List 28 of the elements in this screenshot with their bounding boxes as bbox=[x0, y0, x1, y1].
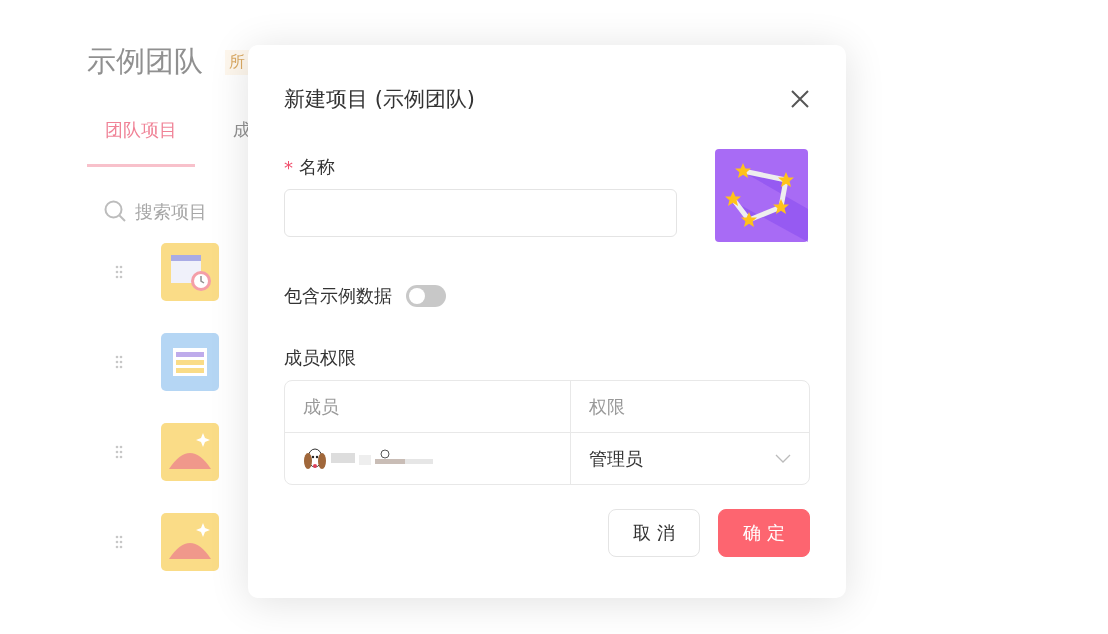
chevron-down-icon bbox=[775, 453, 791, 464]
column-header: 成员 bbox=[302, 394, 340, 419]
toggle-switch[interactable] bbox=[406, 285, 446, 307]
team-title: 示例团队 bbox=[87, 43, 203, 80]
team-badge: 所 bbox=[225, 49, 249, 75]
column-header: 权限 bbox=[570, 381, 809, 432]
confirm-button[interactable]: 确 定 bbox=[718, 509, 810, 557]
name-field[interactable] bbox=[284, 189, 677, 237]
drag-handle-icon[interactable] bbox=[115, 265, 123, 279]
required-mark: * bbox=[284, 156, 293, 178]
calendar-clock-icon bbox=[161, 243, 219, 301]
section-label: 成员权限 bbox=[284, 346, 357, 370]
book-icon bbox=[161, 333, 219, 391]
tab[interactable]: 团队项目 bbox=[87, 118, 195, 167]
drag-handle-icon[interactable] bbox=[115, 535, 123, 549]
dog-avatar-icon bbox=[303, 445, 327, 472]
role-select[interactable]: 管理员 bbox=[570, 433, 809, 484]
field-label: 名称 bbox=[299, 155, 335, 179]
dialog-title: 新建项目 (示例团队) bbox=[284, 86, 476, 113]
mountain-icon bbox=[161, 513, 219, 571]
mountain-icon bbox=[161, 423, 219, 481]
drag-handle-icon[interactable] bbox=[115, 445, 123, 459]
drag-handle-icon[interactable] bbox=[115, 355, 123, 369]
cancel-button[interactable]: 取 消 bbox=[608, 509, 700, 557]
close-icon[interactable] bbox=[790, 89, 810, 109]
constellation-icon[interactable] bbox=[715, 149, 808, 242]
search-icon bbox=[103, 199, 127, 223]
toggle-label: 包含示例数据 bbox=[284, 284, 392, 308]
